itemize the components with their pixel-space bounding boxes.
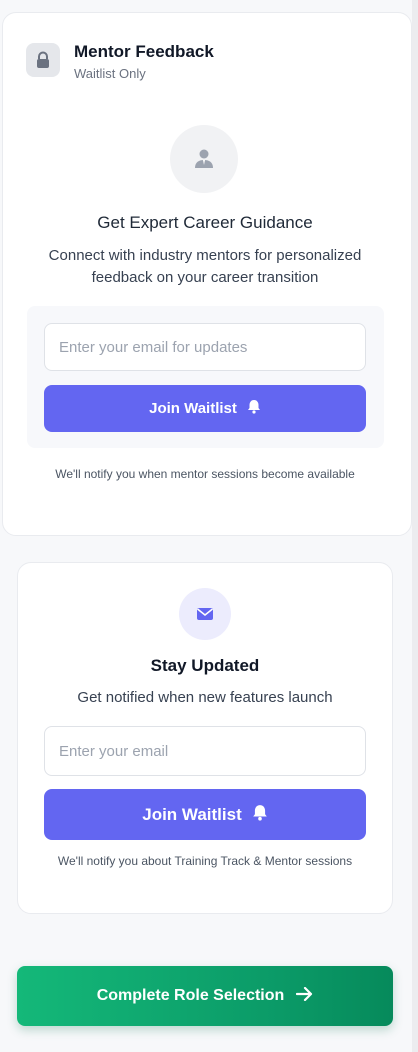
lock-icon [26, 43, 60, 77]
mentor-join-waitlist-button[interactable]: Join Waitlist [44, 385, 366, 432]
guidance-description: Connect with industry mentors for person… [48, 247, 362, 286]
button-label: Join Waitlist [149, 400, 237, 417]
button-label: Join Waitlist [142, 804, 242, 824]
status-label: Waitlist Only [74, 66, 146, 81]
card-title: Mentor Feedback [74, 42, 214, 61]
updates-email-input[interactable]: Enter your email [44, 726, 366, 776]
bell-icon [252, 804, 268, 826]
mail-icon [179, 588, 231, 640]
mentor-email-input[interactable]: Enter your email for updates [44, 323, 366, 371]
bell-icon [247, 399, 261, 418]
updates-join-waitlist-button[interactable]: Join Waitlist [44, 789, 366, 840]
updates-notice: We'll notify you about Training Track & … [57, 854, 353, 868]
updates-description: Get notified when new features launch [77, 689, 333, 706]
arrow-right-icon [296, 986, 313, 1006]
mentor-notice: We'll notify you when mentor sessions be… [55, 467, 355, 481]
button-label: Complete Role Selection [96, 987, 285, 1004]
updates-heading: Stay Updated [150, 656, 260, 675]
scrollbar-track[interactable] [412, 0, 418, 1052]
guidance-heading: Get Expert Career Guidance [97, 213, 313, 232]
complete-role-selection-button[interactable]: Complete Role Selection [17, 966, 393, 1026]
person-icon [170, 125, 238, 193]
